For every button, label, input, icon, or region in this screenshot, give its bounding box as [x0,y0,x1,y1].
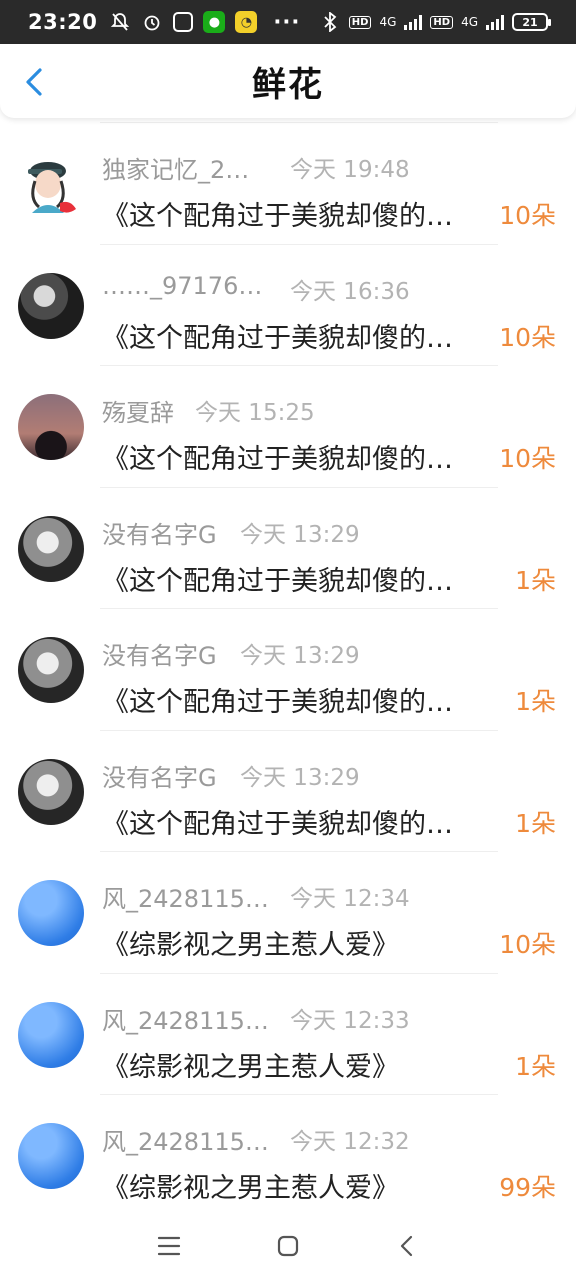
list-item[interactable]: 独家记忆_2… 今天 19:48 《这个配角过于美貌却傻的… 10朵 [0,122,576,244]
avatar[interactable] [18,637,84,703]
avatar[interactable] [18,1001,84,1068]
username: 风_2428115… [102,1006,269,1035]
back-icon [400,1235,412,1257]
username: 没有名字G [102,763,217,792]
username: 殇夏辞 [102,399,174,427]
list-item[interactable]: 没有名字G 今天 13:29 《这个配角过于美貌却傻的… 1朵 [0,486,576,609]
home-icon [277,1235,299,1257]
wechat-icon: ● [203,11,226,33]
username: 风_2428115… [102,885,269,913]
row-divider [100,608,498,609]
back-nav-button[interactable] [387,1226,427,1266]
timestamp: 今天 12:32 [290,1129,410,1155]
list-item[interactable]: ……_97176… 今天 16:36 《这个配角过于美貌却傻的… 10朵 [0,243,576,366]
book-title: 《这个配角过于美貌却傻的… [102,322,453,354]
row-divider [100,972,498,974]
timestamp: 今天 19:48 [290,157,410,183]
list-item[interactable]: 风_2428115… 今天 12:33 《综影视之男主惹人爱》 1朵 [0,972,576,1095]
network-type: 4G [379,15,397,29]
avatar[interactable] [18,758,84,825]
bell-mute-icon [109,11,131,33]
book-title: 《这个配角过于美貌却傻的… [102,687,453,718]
battery-icon: 21 [512,13,551,31]
home-button[interactable] [268,1226,308,1266]
app-yellow-icon: ◔ [235,11,258,33]
hd-badge-2: HD [430,15,454,29]
flower-count: 1朵 [515,565,556,595]
flower-count: 1朵 [515,687,556,716]
list-item[interactable]: 没有名字G 今天 13:29 《这个配角过于美貌却傻的… 1朵 [0,608,576,730]
timestamp: 今天 15:25 [195,400,315,426]
book-title: 《这个配角过于美貌却傻的… [102,444,453,475]
row-divider [100,365,498,366]
chevron-left-icon [26,68,42,96]
avatar[interactable] [18,394,84,460]
book-title: 《这个配角过于美貌却傻的… [102,201,453,232]
row-divider [100,851,498,852]
book-title: 《综影视之男主惹人爱》 [102,1051,399,1083]
flower-count: 10朵 [499,201,556,230]
flower-list: 独家记忆_2… 今天 19:48 《这个配角过于美貌却傻的… 10朵 ……_97176…… [0,122,576,1216]
flower-count: 10朵 [499,930,556,959]
header: 鲜花 [0,44,576,118]
network-type-2: 4G [461,15,478,29]
row-divider [100,1094,498,1095]
status-right: HD 4G HD 4G 21 [319,11,551,33]
avatar[interactable] [18,272,84,339]
back-button[interactable] [18,64,50,100]
flower-count: 1朵 [515,1051,556,1081]
timestamp: 今天 12:33 [290,1007,410,1034]
status-bar: 23:20 ● ◔ ··· HD 4G HD 4G 21 [0,0,576,44]
avatar[interactable] [18,880,84,946]
username: ……_97176… [102,271,263,300]
app-notification-icon [173,12,194,32]
list-item[interactable]: 殇夏辞 今天 15:25 《这个配角过于美貌却傻的… 10朵 [0,365,576,487]
signal-icon-2 [486,14,504,30]
username: 没有名字G [102,520,217,549]
avatar[interactable] [18,151,84,217]
avatar[interactable] [18,1123,84,1189]
row-divider [100,729,498,731]
flower-count: 1朵 [515,808,556,838]
avatar[interactable] [18,515,84,582]
more-notifications-icon: ··· [273,10,301,34]
username: 独家记忆_2… [102,156,250,184]
username: 没有名字G [102,642,217,670]
row-divider [100,122,498,123]
menu-icon [158,1236,181,1256]
book-title: 《综影视之男主惹人爱》 [102,930,399,961]
system-nav-bar [0,1212,576,1280]
timestamp: 今天 16:36 [290,278,410,305]
book-title: 《这个配角过于美貌却傻的… [102,808,453,840]
signal-icon [404,14,423,30]
bluetooth-icon [319,11,341,33]
timestamp: 今天 12:34 [290,886,410,912]
list-item[interactable]: 风_2428115… 今天 12:34 《综影视之男主惹人爱》 10朵 [0,851,576,973]
list-item[interactable]: 没有名字G 今天 13:29 《这个配角过于美貌却傻的… 1朵 [0,729,576,852]
menu-button[interactable] [149,1226,189,1266]
alarm-icon [141,11,163,33]
status-time: 23:20 [28,10,98,34]
timestamp: 今天 13:29 [240,764,360,791]
page-title: 鲜花 [252,64,324,105]
timestamp: 今天 13:29 [240,643,360,669]
username: 风_2428115… [102,1128,269,1156]
hd-badge: HD [348,15,372,29]
flower-count: 10朵 [499,444,556,473]
timestamp: 今天 13:29 [240,521,360,548]
row-divider [100,243,498,245]
flower-count: 10朵 [499,322,556,352]
book-title: 《综影视之男主惹人爱》 [102,1173,399,1204]
row-divider [100,486,498,488]
flower-count: 99朵 [499,1173,556,1202]
notification-icons: ● ◔ ··· [109,10,300,34]
book-title: 《这个配角过于美貌却傻的… [102,565,453,597]
list-item[interactable]: 风_2428115… 今天 12:32 《综影视之男主惹人爱》 99朵 [0,1094,576,1216]
